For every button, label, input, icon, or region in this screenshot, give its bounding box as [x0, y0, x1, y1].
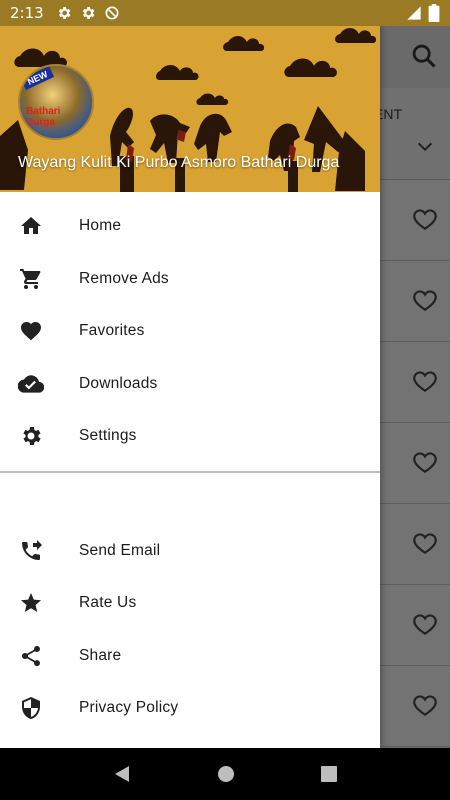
menu-item-label: Favorites [79, 322, 145, 340]
back-icon[interactable] [113, 765, 131, 783]
gear-icon [18, 423, 44, 449]
home-button-icon[interactable] [217, 765, 235, 783]
menu-item-remove-ads[interactable]: Remove Ads [0, 253, 380, 306]
recents-icon[interactable] [321, 766, 337, 782]
heart-outline-icon[interactable] [412, 450, 438, 476]
drawer-header-title: Wayang Kulit Ki Purbo Asmoro Bathari Dur… [18, 154, 340, 171]
gear-icon [82, 7, 95, 19]
signal-icon [407, 6, 421, 20]
menu-item-favorites[interactable]: Favorites [0, 305, 380, 358]
menu-item-label: Privacy Policy [79, 699, 179, 717]
heart-outline-icon[interactable] [412, 531, 438, 557]
status-icons [56, 5, 120, 21]
menu-item-label: Settings [79, 427, 137, 445]
avatar-caption: Bathari Durga [26, 106, 61, 128]
battery-icon [428, 4, 440, 22]
heart-outline-icon[interactable] [412, 207, 438, 233]
status-time: 2:13 [10, 4, 44, 22]
menu-item-rate-us[interactable]: Rate Us [0, 577, 380, 630]
chevron-down-icon[interactable] [414, 136, 436, 158]
menu-item-send-email[interactable]: Send Email [0, 525, 380, 578]
gear-icon [58, 7, 71, 19]
menu-item-label: Send Email [79, 541, 161, 559]
drawer-header: NEW Bathari Durga Wayang Kulit Ki Purbo … [0, 26, 380, 192]
heart-outline-icon[interactable] [412, 369, 438, 395]
data-saver-icon [105, 6, 119, 20]
status-bar: 2:13 [0, 0, 450, 26]
system-navigation-bar [0, 748, 450, 800]
shield-icon [18, 695, 44, 721]
menu-item-downloads[interactable]: Downloads [0, 358, 380, 411]
menu-item-privacy-policy[interactable]: Privacy Policy [0, 682, 380, 735]
phone-forward-icon [18, 538, 44, 564]
home-icon [18, 213, 44, 239]
heart-outline-icon[interactable] [412, 693, 438, 719]
menu-item-settings[interactable]: Settings [0, 410, 380, 463]
star-icon [18, 590, 44, 616]
menu-item-label: Home [79, 217, 122, 235]
share-icon [18, 643, 44, 669]
heart-outline-icon[interactable] [412, 612, 438, 638]
menu-item-label: Share [79, 646, 122, 664]
menu-item-home[interactable]: Home [0, 200, 380, 253]
heart-outline-icon[interactable] [412, 288, 438, 314]
menu-item-label: Downloads [79, 374, 158, 392]
menu-item-label: Rate Us [79, 594, 137, 612]
secondary-menu: Send Email Rate Us Share Privacy Policy [0, 525, 380, 735]
search-icon[interactable] [410, 42, 438, 70]
menu-item-share[interactable]: Share [0, 630, 380, 683]
primary-menu: Home Remove Ads Favorites Downloads Sett… [0, 192, 380, 463]
cart-icon [18, 266, 44, 292]
menu-item-label: Remove Ads [79, 269, 169, 287]
status-right-icons [406, 4, 440, 22]
heart-icon [18, 318, 44, 344]
cloud-done-icon [18, 371, 44, 397]
navigation-drawer: NEW Bathari Durga Wayang Kulit Ki Purbo … [0, 26, 380, 748]
app-logo-avatar: NEW Bathari Durga [18, 64, 94, 140]
